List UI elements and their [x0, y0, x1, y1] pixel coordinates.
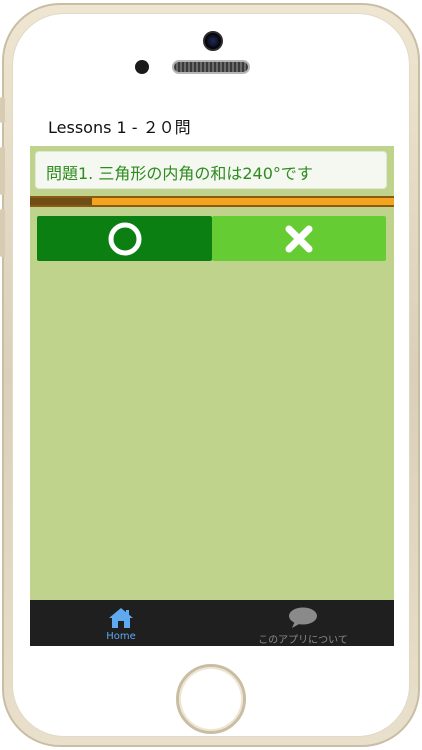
- answer-buttons: [37, 216, 386, 261]
- speech-bubble-icon: [289, 607, 317, 628]
- progress-bar: [30, 196, 394, 207]
- quiz-content: 問題1. 三角形の内角の和は240°です: [30, 146, 394, 600]
- tab-about-label: このアプリについて: [258, 635, 348, 646]
- tab-bar: Home このアプリについて: [30, 600, 394, 646]
- progress-fill: [30, 198, 92, 205]
- title-bar: Lessons 1 - ２０問: [30, 106, 394, 146]
- correct-answer-button[interactable]: [37, 216, 212, 261]
- question-box: 問題1. 三角形の内角の和は240°です: [35, 151, 387, 189]
- tab-home[interactable]: Home: [30, 600, 212, 646]
- tab-home-label: Home: [106, 631, 136, 642]
- front-camera: [203, 31, 223, 51]
- earpiece-speaker: [172, 60, 250, 74]
- wrong-answer-button[interactable]: [212, 216, 386, 261]
- mute-switch: [0, 97, 5, 123]
- cross-icon: [285, 225, 313, 252]
- app-screen: Lessons 1 - ２０問 問題1. 三角形の内角の和は240°です Hom…: [30, 106, 394, 646]
- tab-about[interactable]: このアプリについて: [212, 600, 394, 646]
- home-button[interactable]: [176, 664, 246, 734]
- home-icon: [109, 608, 133, 628]
- volume-down-button: [0, 209, 5, 257]
- proximity-sensor: [135, 60, 149, 74]
- page-title: Lessons 1 - ２０問: [48, 118, 191, 137]
- circle-icon: [108, 222, 141, 255]
- volume-up-button: [0, 147, 5, 195]
- question-text: 問題1. 三角形の内角の和は240°です: [46, 164, 313, 183]
